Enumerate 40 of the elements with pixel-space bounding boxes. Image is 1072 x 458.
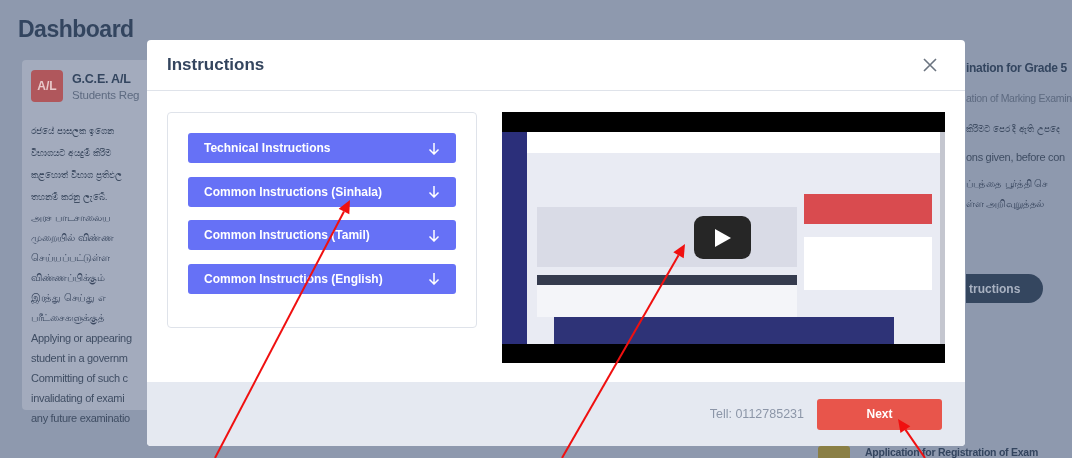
card-text: කළහොත් විභාග ප්‍රතිඵල	[31, 169, 122, 183]
exam-badge: A/L	[31, 70, 63, 102]
modal-title: Instructions	[167, 55, 265, 75]
card-text: பரீட்சைகளுக்குத்	[31, 311, 105, 327]
card-text: කිරීමට පෙර දී ඇති උපදෙ	[966, 123, 1060, 137]
card-text: student in a governm	[31, 351, 128, 366]
close-icon	[923, 58, 937, 72]
play-button[interactable]	[694, 216, 751, 259]
card-text: முறையில் விண்ண	[31, 231, 114, 246]
card-text: රජයේ පාසලක ඉගෙන	[31, 125, 114, 139]
card-text: ப்பத்தை பூர்த்தி செ	[966, 177, 1049, 191]
phone-text: Tell: 0112785231	[709, 407, 804, 421]
accordion-button[interactable]: Common Instructions (Tamil)	[188, 220, 456, 250]
next-button[interactable]: Next	[817, 398, 942, 430]
card-subtitle: Students Reg	[72, 88, 140, 101]
card-text: செய்யப்பட்டுள்ள	[31, 251, 110, 265]
instructions-button[interactable]: tructions	[966, 274, 1043, 303]
card-text: විභාගයට අයදුම් කිරීම	[31, 147, 111, 160]
card-text: ள்ள அறிவுறுத்தல்	[966, 197, 1045, 212]
arrow-down-icon	[428, 141, 440, 155]
accordion-button[interactable]: Technical Instructions	[188, 133, 456, 163]
card-title: ination for Grade 5	[966, 61, 1067, 75]
page-title: Dashboard	[18, 16, 135, 43]
card-text: ons given, before con	[966, 150, 1065, 165]
card-text: තහනම් කරනු ලැබේ.	[31, 191, 108, 205]
card-text: அரச பாடசாலைய	[31, 211, 111, 225]
accordion-button[interactable]: Common Instructions (Sinhala)	[188, 176, 456, 207]
card-text: Applying or appearing	[31, 331, 132, 346]
card-title: Application for Registration of Exam	[865, 446, 1039, 458]
arrow-down-icon	[428, 272, 440, 285]
arrow-down-icon	[428, 228, 440, 242]
card-text: விண்ணப்பிக்கும்	[31, 271, 105, 287]
card-title: G.C.E. A/L	[72, 71, 132, 86]
arrow-down-icon	[428, 185, 440, 198]
card-text: any future examinatio	[31, 411, 130, 426]
exam-badge	[818, 446, 850, 458]
card-text: Committing of such c	[31, 371, 128, 386]
play-icon	[713, 227, 732, 248]
card-text: இரத்து செய்து எ	[31, 291, 106, 306]
card-text: invalidating of exami	[31, 391, 125, 406]
